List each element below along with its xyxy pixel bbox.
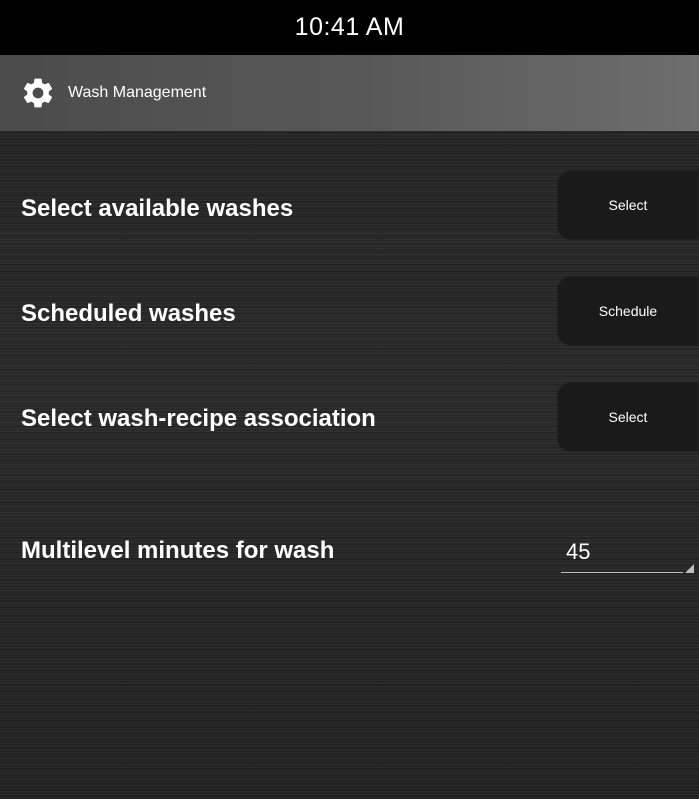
select-available-washes-button[interactable]: Select: [557, 170, 699, 240]
schedule-washes-button[interactable]: Schedule: [557, 276, 699, 346]
app-bar: Wash Management: [0, 55, 699, 131]
select-wash-recipe-association-button[interactable]: Select: [557, 382, 699, 452]
select-available-washes-label: Select available washes: [21, 195, 294, 222]
app-title: Wash Management: [68, 84, 207, 101]
wash-management-content: Select available washes Select Scheduled…: [0, 131, 699, 799]
gear-icon: [20, 75, 56, 111]
status-bar: 10:41 AM: [0, 0, 699, 55]
multilevel-minutes-value: 45: [566, 539, 591, 564]
minutes-field-underline: [561, 572, 683, 573]
multilevel-minutes-label: Multilevel minutes for wash: [21, 537, 335, 564]
scheduled-washes-label: Scheduled washes: [21, 300, 236, 327]
multilevel-minutes-field[interactable]: 45: [561, 539, 694, 573]
dropdown-corner-icon[interactable]: [685, 564, 694, 573]
wash-recipe-association-label: Select wash-recipe association: [21, 405, 376, 432]
status-time: 10:41 AM: [294, 13, 405, 41]
